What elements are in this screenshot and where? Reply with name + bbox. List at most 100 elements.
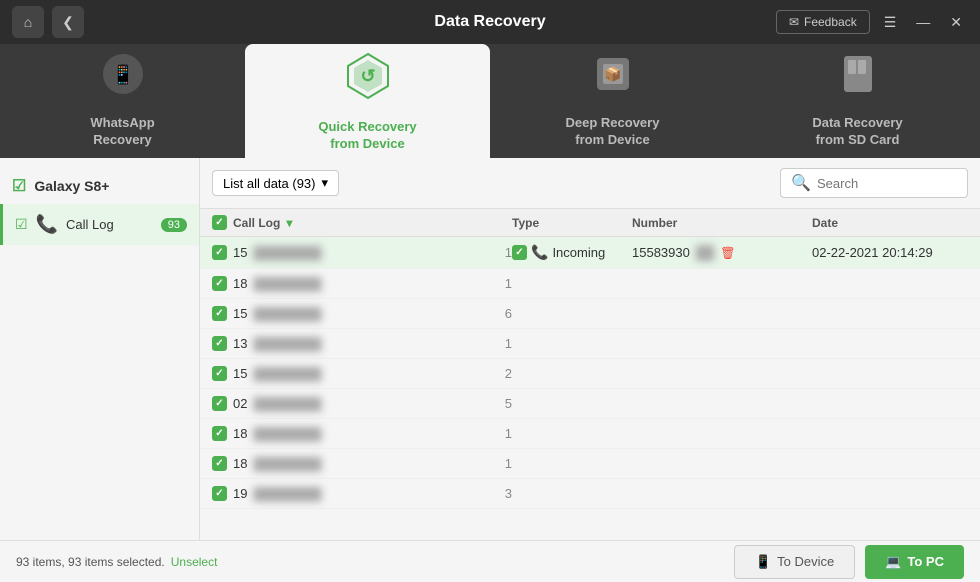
row-count: 1 [505,336,512,351]
to-device-icon: 📱 [755,554,771,570]
status-actions: 📱 To Device 💻 To PC [734,545,964,579]
row-checkbox[interactable] [212,486,227,501]
row-checkbox[interactable] [212,426,227,441]
title-bar-right: ✉ Feedback ☰ — ✕ [776,10,968,35]
row-checkbox[interactable] [212,456,227,471]
row-checkbox[interactable] [212,336,227,351]
list-dropdown-label: List all data (93) [223,176,316,191]
search-input[interactable] [817,176,957,191]
dropdown-arrow-icon: ▾ [322,175,329,191]
tab-deep-label: Deep Recoveryfrom Device [566,115,660,149]
row-id: 15 [233,245,247,260]
tab-sd-recovery[interactable]: Data Recoveryfrom SD Card [735,44,980,158]
device-checkbox[interactable]: ☑ [12,176,26,196]
row-id: 15 [233,306,247,321]
header-date-col: Date [812,215,980,230]
main-content: ☑ Galaxy S8+ ☑ 📞 Call Log 93 List all da… [0,158,980,540]
table-row[interactable]: 18 ████████ 1 [200,419,980,449]
sd-recovery-icon [834,50,882,107]
row-name-cell: 19 ████████ 3 [212,486,512,501]
svg-text:↺: ↺ [360,66,375,86]
device-name: Galaxy S8+ [34,178,109,194]
row-number-blurred: ██ [696,245,714,260]
data-table: Call Log ▾ Type Number Date Duration [200,209,980,540]
calllog-label: Call Log [66,217,153,232]
whatsapp-icon: 📱 [99,50,147,107]
calllog-icon: 📞 [36,214,58,235]
to-pc-button[interactable]: 💻 To PC [865,545,964,579]
svg-text:📦: 📦 [604,66,621,83]
row-checkbox[interactable] [212,306,227,321]
row-date-cell: 02-22-2021 20:14:29 [812,245,980,260]
close-button[interactable]: ✕ [944,10,968,35]
calllog-checkbox[interactable]: ☑ [15,216,28,233]
row-name-blurred: ████████ [253,487,321,501]
table-row[interactable]: 18 ████████ 1 [200,449,980,479]
tab-whatsapp[interactable]: 📱 WhatsAppRecovery [0,44,245,158]
search-icon: 🔍 [791,173,811,193]
tab-quick-recovery[interactable]: ↺ Quick Recoveryfrom Device [245,44,490,158]
row-count: 5 [505,396,512,411]
table-row[interactable]: 19 ████████ 3 [200,479,980,509]
row-name-blurred: ████████ [253,246,321,260]
unselect-link[interactable]: Unselect [171,555,218,569]
row-count: 2 [505,366,512,381]
table-row[interactable]: 15 ████████ 1 📞 Incoming 15583930 ██ 🗑 0… [200,237,980,269]
header-checkbox[interactable] [212,215,227,230]
header-type-label: Type [512,216,539,230]
row-number-cell: 15583930 ██ 🗑 [632,245,812,260]
sidebar-item-calllog[interactable]: ☑ 📞 Call Log 93 [0,204,199,245]
row-name-cell: 15 ████████ 1 [212,245,512,260]
table-row[interactable]: 13 ████████ 1 [200,329,980,359]
mail-icon: ✉ [789,15,799,29]
row-checkbox[interactable] [212,245,227,260]
row-name-blurred: ████████ [253,457,321,471]
header-number-label: Number [632,216,677,230]
status-bar: 93 items, 93 items selected. Unselect 📱 … [0,540,980,582]
row-checkbox[interactable] [212,396,227,411]
app-title: Data Recovery [434,13,545,31]
row-count: 1 [505,276,512,291]
row-name-cell: 15 ████████ 6 [212,306,512,321]
table-row[interactable]: 18 ████████ 1 [200,269,980,299]
search-box: 🔍 [780,168,968,198]
table-row[interactable]: 15 ████████ 6 [200,299,980,329]
list-dropdown[interactable]: List all data (93) ▾ [212,170,339,196]
to-device-button[interactable]: 📱 To Device [734,545,855,579]
row-type-checkbox[interactable] [512,245,527,260]
row-name-blurred: ████████ [253,277,321,291]
title-bar: ⌂ ❮ Data Recovery ✉ Feedback ☰ — ✕ [0,0,980,44]
tab-deep-recovery[interactable]: 📦 Deep Recoveryfrom Device [490,44,735,158]
home-button[interactable]: ⌂ [12,6,44,38]
header-date-label: Date [812,216,838,230]
sidebar-device: ☑ Galaxy S8+ [0,168,199,204]
header-number-col: Number [632,215,812,230]
table-row[interactable]: 15 ████████ 2 [200,359,980,389]
feedback-button[interactable]: ✉ Feedback [776,10,870,34]
to-pc-label: To PC [907,554,944,569]
row-name-blurred: ████████ [253,397,321,411]
table-row[interactable]: 02 ████████ 5 [200,389,980,419]
title-bar-left: ⌂ ❮ [12,6,84,38]
row-number: 15583930 [632,245,690,260]
row-type: Incoming [552,245,605,260]
row-type-cell: 📞 Incoming [512,244,632,261]
phone-icon: 📞 [531,244,548,261]
feedback-label: Feedback [804,15,857,29]
row-name-cell: 18 ████████ 1 [212,456,512,471]
row-checkbox[interactable] [212,366,227,381]
header-type-col: Type [512,215,632,230]
back-button[interactable]: ❮ [52,6,84,38]
to-pc-icon: 💻 [885,554,901,570]
minimize-button[interactable]: — [910,10,936,34]
menu-button[interactable]: ☰ [878,10,903,35]
row-id: 02 [233,396,247,411]
row-checkbox[interactable] [212,276,227,291]
delete-icon[interactable]: 🗑 [720,246,735,260]
row-count: 1 [505,245,512,260]
svg-text:📱: 📱 [110,62,135,86]
sort-icon[interactable]: ▾ [286,216,292,230]
row-name-cell: 15 ████████ 2 [212,366,512,381]
deep-recovery-icon: 📦 [589,50,637,107]
row-id: 18 [233,426,247,441]
